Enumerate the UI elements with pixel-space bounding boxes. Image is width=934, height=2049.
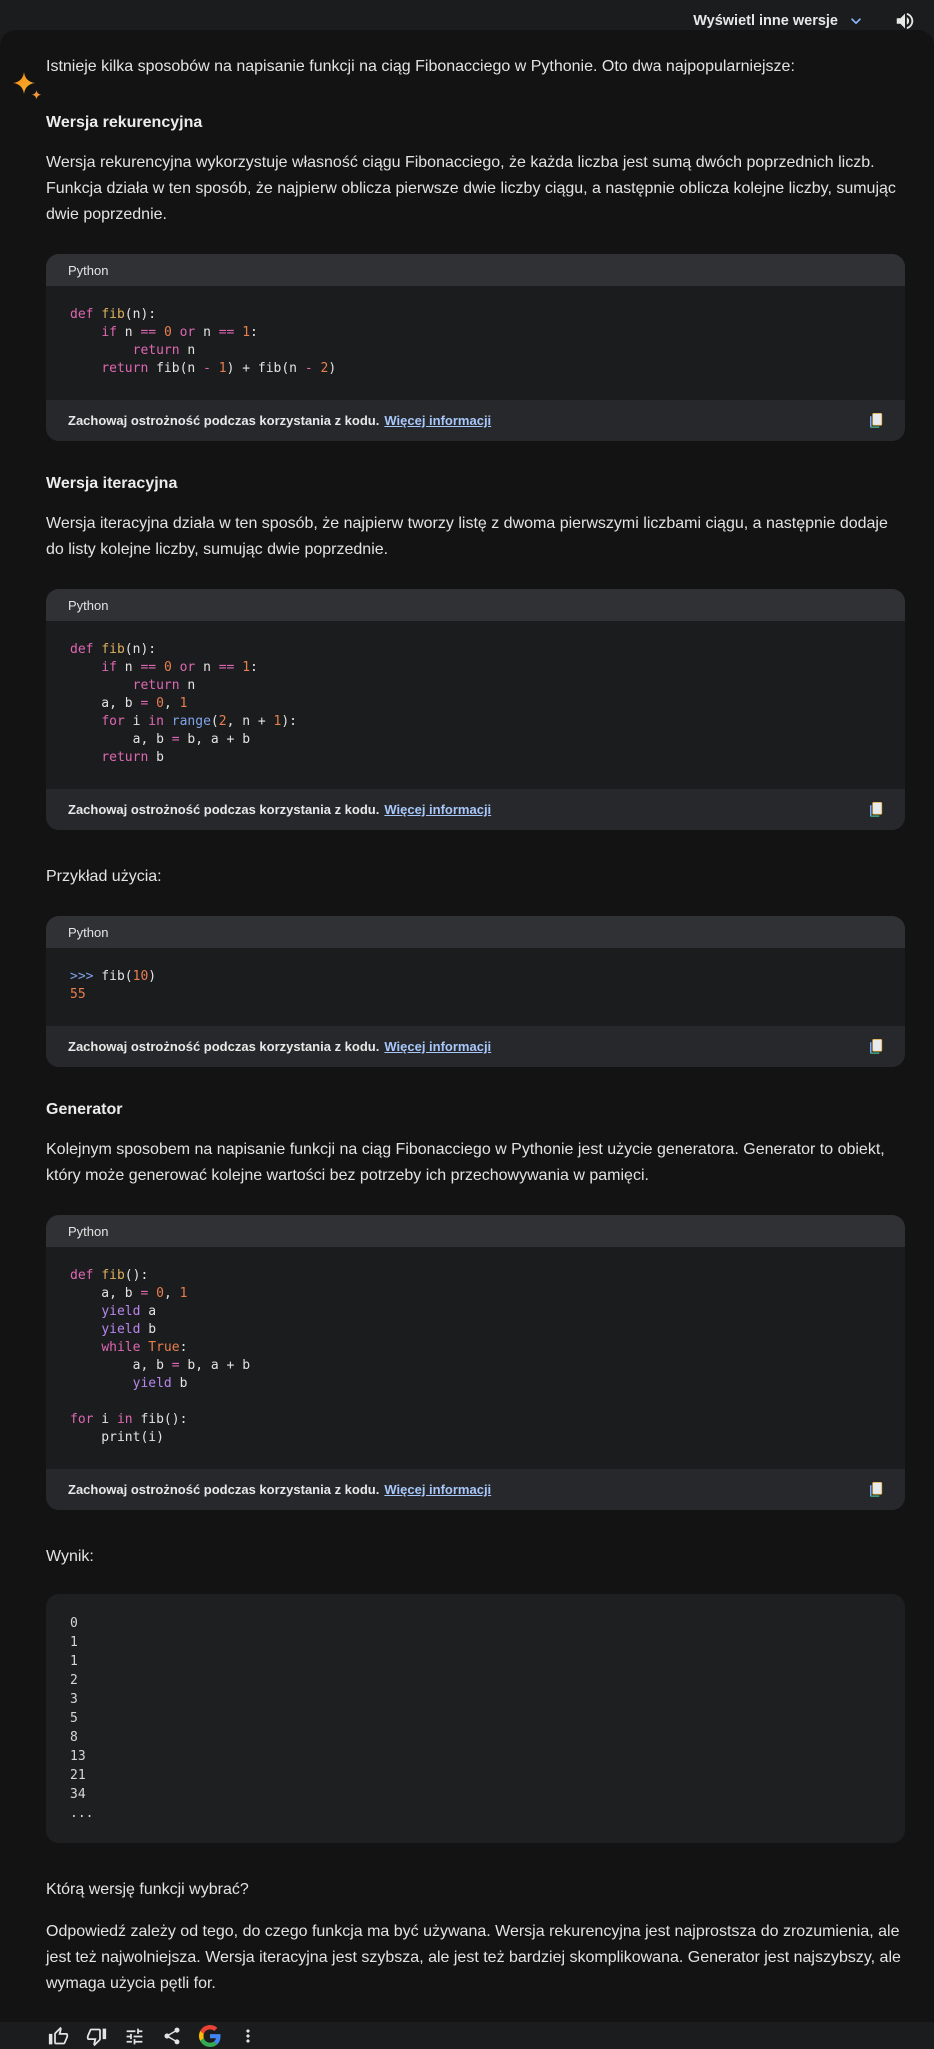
paragraph-iterative: Wersja iteracyjna działa w ten sposób, ż…: [46, 515, 888, 558]
code-block-header: Python: [46, 916, 905, 948]
code-content: >>> fib(10) 55: [46, 948, 905, 1026]
heading-recursive: Wersja rekurencyjna: [46, 114, 203, 131]
code-warning-text: Zachowaj ostrożność podczas korzystania …: [68, 1482, 380, 1497]
code-block-example: Python >>> fib(10) 55 Zachowaj ostrożnoś…: [46, 916, 905, 1067]
more-info-link[interactable]: Więcej informacji: [384, 802, 491, 817]
code-block-recursive: Python def fib(n): if n == 0 or n == 1: …: [46, 254, 905, 441]
code-content: def fib(n): if n == 0 or n == 1: return …: [46, 286, 905, 400]
bard-sparkle-icon: [13, 72, 43, 102]
copy-icon: [869, 412, 883, 428]
thumbs-down-icon: [86, 2028, 107, 2046]
code-warning-text: Zachowaj ostrożność podczas korzystania …: [68, 1039, 380, 1054]
code-block-footer: Zachowaj ostrożność podczas korzystania …: [46, 789, 905, 830]
code-warning-text: Zachowaj ostrożność podczas korzystania …: [68, 413, 380, 428]
more-vertical-icon: [246, 2029, 250, 2043]
volume-up-icon: [896, 12, 914, 30]
code-content: def fib(): a, b = 0, 1 yield a yield b w…: [46, 1247, 905, 1469]
code-language-label: Python: [68, 924, 109, 940]
code-block-footer: Zachowaj ostrożność podczas korzystania …: [46, 400, 905, 441]
copy-code-button[interactable]: [864, 409, 887, 432]
more-info-link[interactable]: Więcej informacji: [384, 413, 491, 428]
view-other-drafts-toggle[interactable]: Wyświetl inne wersje: [693, 11, 866, 31]
code-warning-text: Zachowaj ostrożność podczas korzystania …: [68, 802, 380, 817]
paragraph-generator: Kolejnym sposobem na napisanie funkcji n…: [46, 1141, 885, 1184]
code-block-header: Python: [46, 589, 905, 621]
thumbs-up-button[interactable]: [46, 2024, 71, 2049]
conclusion-paragraph: Odpowiedź zależy od tego, do czego funkc…: [46, 1923, 901, 1992]
output-block: 0 1 1 2 3 5 8 13 21 34 ...: [46, 1594, 905, 1843]
copy-icon: [869, 801, 883, 817]
more-options-button[interactable]: [236, 2024, 260, 2048]
result-label: Wynik:: [46, 1548, 94, 1565]
drafts-row: Wyświetl inne wersje: [693, 8, 918, 34]
paragraph-recursive: Wersja rekurencyjna wykorzystuje własnoś…: [46, 154, 896, 223]
response-card: Istnieje kilka sposobów na napisanie fun…: [0, 30, 934, 2047]
share-icon: [164, 2027, 180, 2045]
code-language-label: Python: [68, 262, 109, 278]
code-block-header: Python: [46, 254, 905, 286]
intro-paragraph: Istnieje kilka sposobów na napisanie fun…: [46, 58, 795, 75]
copy-code-button[interactable]: [864, 798, 887, 821]
chevron-down-icon: [846, 11, 866, 31]
code-language-label: Python: [68, 597, 109, 613]
code-block-footer: Zachowaj ostrożność podczas korzystania …: [46, 1026, 905, 1067]
modify-response-button[interactable]: [122, 2024, 147, 2049]
code-language-label: Python: [68, 1223, 109, 1239]
share-button[interactable]: [160, 2024, 184, 2048]
more-info-link[interactable]: Więcej informacji: [384, 1039, 491, 1054]
thumbs-up-icon: [48, 2026, 69, 2044]
heading-generator: Generator: [46, 1101, 123, 1118]
copy-icon: [869, 1038, 883, 1054]
google-search-button[interactable]: [197, 2023, 223, 2049]
copy-icon: [869, 1481, 883, 1497]
code-block-iterative: Python def fib(n): if n == 0 or n == 1: …: [46, 589, 905, 830]
example-usage-label: Przykład użycia:: [46, 868, 162, 885]
code-block-generator: Python def fib(): a, b = 0, 1 yield a yi…: [46, 1215, 905, 1510]
tune-icon: [126, 2028, 143, 2044]
copy-code-button[interactable]: [864, 1035, 887, 1058]
question-paragraph: Którą wersję funkcji wybrać?: [46, 1881, 249, 1898]
google-g-icon: [199, 2025, 221, 2047]
response-toolbar: [46, 2023, 906, 2049]
code-content: def fib(n): if n == 0 or n == 1: return …: [46, 621, 905, 789]
output-content: 0 1 1 2 3 5 8 13 21 34 ...: [70, 1616, 94, 1821]
code-block-header: Python: [46, 1215, 905, 1247]
thumbs-down-button[interactable]: [84, 2024, 109, 2049]
speaker-button[interactable]: [892, 8, 918, 34]
code-block-footer: Zachowaj ostrożność podczas korzystania …: [46, 1469, 905, 1510]
more-info-link[interactable]: Więcej informacji: [384, 1482, 491, 1497]
drafts-label: Wyświetl inne wersje: [693, 13, 838, 29]
heading-iterative: Wersja iteracyjna: [46, 475, 178, 492]
copy-code-button[interactable]: [864, 1478, 887, 1501]
